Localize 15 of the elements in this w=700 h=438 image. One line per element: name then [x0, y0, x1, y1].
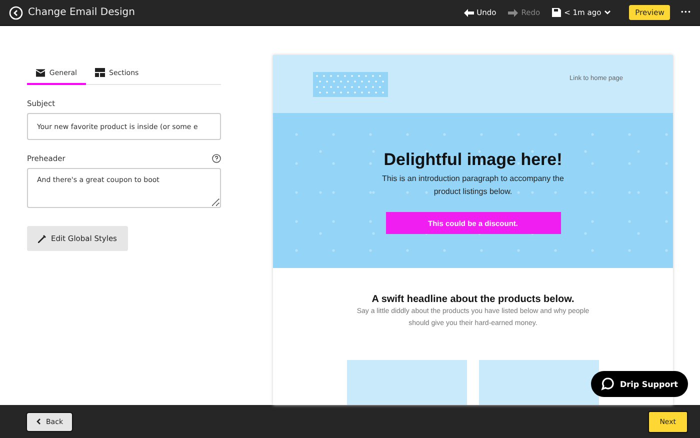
help-icon[interactable]: [212, 154, 221, 163]
chat-bubble-icon: [600, 377, 615, 391]
pencil-icon: [38, 234, 46, 242]
layout-icon: [95, 68, 105, 77]
back-icon: [9, 6, 23, 20]
intro-paragraph: This is an introduction paragraph to accompany the product listings below.: [381, 173, 565, 198]
undo-arrow-icon: [464, 8, 474, 16]
envelope-icon: [36, 68, 46, 76]
redo-arrow-icon: [508, 8, 518, 16]
hero-title: Delightful image here!: [384, 150, 562, 170]
chevron-left-icon: [36, 418, 41, 425]
drip-support-button[interactable]: Drip Support: [590, 371, 688, 397]
products-headline: A swift headline about the products below.: [372, 294, 574, 305]
back-link[interactable]: Change Email Design: [9, 6, 135, 20]
caret-icon: [604, 10, 612, 15]
